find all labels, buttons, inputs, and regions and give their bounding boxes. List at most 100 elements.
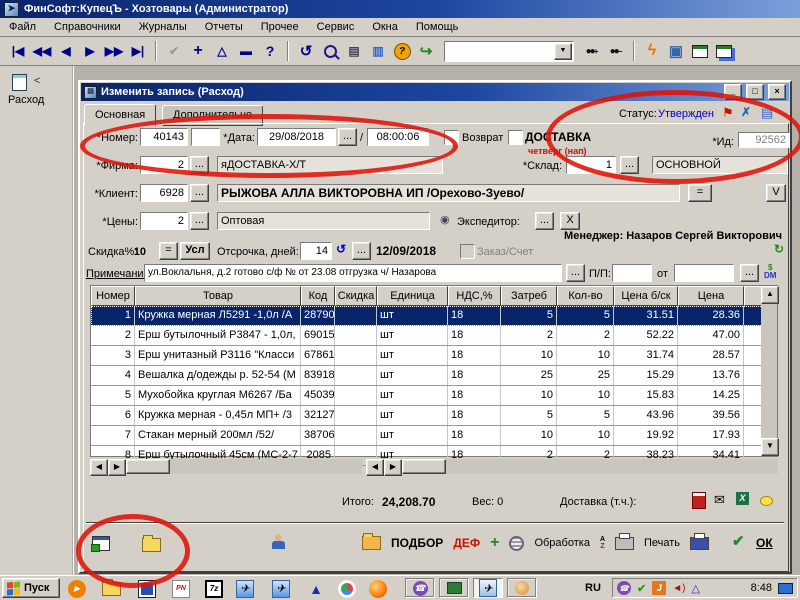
scroll-right-icon[interactable]: ▶ — [384, 459, 402, 476]
header-cell[interactable]: Кол-во — [557, 286, 614, 306]
folder-shortcut-icon[interactable] — [100, 579, 122, 598]
date-picker-button[interactable]: ... — [338, 128, 357, 146]
scrollbar-thumb[interactable] — [402, 459, 446, 474]
warehouse-lookup-button[interactable]: ... — [620, 156, 639, 174]
payment-order-field[interactable] — [612, 264, 652, 282]
header-cell[interactable]: Товар — [135, 286, 301, 306]
menu-reports[interactable]: Отчеты — [196, 20, 252, 34]
media-player-icon[interactable]: ▶ — [66, 579, 88, 598]
combobox-dropdown-icon[interactable]: ▼ — [554, 43, 572, 60]
app-plane-icon-2[interactable]: ✈ — [270, 579, 292, 598]
table-row[interactable]: 3Ерш унитазный Р3116 "Класси67861шт18101… — [91, 346, 777, 366]
add-row-icon[interactable]: + — [490, 534, 499, 552]
header-cell[interactable]: НДС,% — [448, 286, 501, 306]
printer-alt-icon[interactable] — [690, 537, 709, 550]
volume-icon[interactable]: ◄) — [672, 583, 685, 594]
header-cell[interactable]: Цена б/ск — [614, 286, 678, 306]
number-suffix-field[interactable] — [191, 128, 220, 146]
java-tray-icon[interactable]: J — [652, 581, 666, 595]
menu-windows[interactable]: Окна — [363, 20, 407, 34]
podbor-button[interactable]: ПОДБОР — [391, 536, 443, 550]
side-panel-label[interactable]: Расход — [8, 94, 44, 106]
table-row[interactable]: 6Кружка мерная - 0,45л МП+ /332127шт1855… — [91, 406, 777, 426]
quick-search-combobox[interactable]: ▼ — [444, 41, 574, 62]
notepad-icon[interactable]: PN — [170, 579, 192, 598]
table-row[interactable]: 2Ерш бутылочный Р3847 - 1,0л,69015шт1822… — [91, 326, 777, 346]
app-plane-icon[interactable]: ✈ — [234, 579, 256, 598]
warehouse-code-field[interactable]: 1 — [566, 156, 616, 174]
header-cell[interactable]: Скидка — [335, 286, 377, 306]
viber-app-button[interactable]: ☎ — [405, 578, 435, 598]
nav-first-button[interactable]: |◀ — [6, 40, 30, 62]
time-field[interactable]: 08:00:06 — [367, 128, 429, 146]
scroll-right-icon[interactable]: ▶ — [108, 459, 126, 476]
header-cell[interactable]: Затреб — [501, 286, 557, 306]
delete-record-icon[interactable]: ▬ — [234, 40, 258, 62]
currency-icon[interactable]: $ DM — [764, 264, 776, 280]
status-oval-icon[interactable] — [760, 496, 773, 509]
laptop-app-button[interactable] — [439, 578, 469, 598]
seven-zip-icon[interactable]: 7z — [203, 579, 225, 598]
copy-icon[interactable]: ▤ — [342, 40, 366, 62]
menu-other[interactable]: Прочее — [252, 20, 308, 34]
find-plus-icon[interactable]: ●●+ — [580, 40, 604, 62]
scroll-down-icon[interactable]: ▼ — [761, 438, 779, 456]
header-cell[interactable]: Цена — [678, 286, 744, 306]
h-scrollbar-right[interactable]: ◀ ▶ — [366, 459, 778, 474]
undo-icon[interactable]: ↺ — [294, 40, 318, 62]
person-icon[interactable] — [272, 534, 285, 553]
date-field[interactable]: 29/08/2018 — [257, 128, 336, 146]
vertical-scrollbar[interactable]: ▲ ▼ — [761, 286, 777, 456]
menu-help[interactable]: Помощь — [407, 20, 468, 34]
menu-journals[interactable]: Журналы — [130, 20, 196, 34]
table-row[interactable]: 7Стакан мерный 200мл /52/38706шт18101019… — [91, 426, 777, 446]
return-checkbox[interactable] — [444, 130, 459, 145]
forward-icon[interactable]: ↪ — [414, 40, 438, 62]
firefox-icon[interactable] — [367, 579, 389, 598]
collapse-panel-button[interactable]: < — [34, 75, 40, 87]
processing-icon[interactable] — [509, 536, 524, 551]
deferral-refresh-icon[interactable]: ↺ — [336, 242, 346, 256]
nav-fast-prev-button[interactable]: ◀◀ — [30, 40, 54, 62]
nav-last-button[interactable]: ▶| — [126, 40, 150, 62]
help-icon[interactable]: ? — [258, 40, 282, 62]
copy-colored-icon[interactable]: ▥ — [366, 40, 390, 62]
status-value[interactable]: Утвержден — [658, 106, 714, 122]
nav-next-button[interactable]: ▶ — [78, 40, 102, 62]
scroll-up-icon[interactable]: ▲ — [761, 286, 779, 304]
tab-main[interactable]: Основная — [84, 104, 156, 126]
fast-filter-icon[interactable]: ϟ — [640, 40, 664, 62]
search-icon[interactable] — [318, 40, 342, 62]
delta-app-icon[interactable]: ▲ — [305, 579, 327, 598]
menu-service[interactable]: Сервис — [308, 20, 364, 34]
printer-icon[interactable] — [615, 537, 634, 550]
chrome-icon[interactable] — [336, 579, 358, 598]
print-button[interactable]: Печать — [644, 537, 680, 549]
header-cell[interactable]: Единица — [377, 286, 448, 306]
status-cancel-icon[interactable]: ✗ — [741, 105, 751, 119]
calculator-icon[interactable] — [692, 492, 706, 512]
maximize-button[interactable]: □ — [746, 84, 764, 100]
payment-date-field[interactable] — [674, 264, 734, 282]
cascade-windows-icon[interactable] — [712, 40, 736, 62]
form-window-icon[interactable] — [92, 536, 110, 554]
scroll-left-icon[interactable]: ◀ — [90, 459, 108, 476]
confirm-icon[interactable]: ✔ — [162, 40, 186, 62]
journal-icon[interactable] — [136, 579, 158, 598]
nav-fast-next-button[interactable]: ▶▶ — [102, 40, 126, 62]
payment-lookup-button[interactable]: ... — [740, 264, 759, 282]
note-lookup-button[interactable]: ... — [566, 264, 585, 282]
firm-code-field[interactable]: 2 — [140, 156, 188, 174]
monitor-tray-icon[interactable] — [778, 583, 793, 594]
mail-icon[interactable]: ✉ — [714, 492, 725, 508]
manager-refresh-icon[interactable]: ↻ — [774, 242, 784, 256]
number-field[interactable]: 40143 — [140, 128, 188, 146]
ok-check-icon[interactable]: ✔ — [732, 532, 745, 550]
find-minus-icon[interactable]: ●●− — [604, 40, 628, 62]
conditions-button[interactable]: Усл — [180, 242, 210, 260]
firm-lookup-button[interactable]: ... — [190, 156, 209, 174]
minimize-button[interactable]: _ — [724, 84, 742, 100]
language-indicator[interactable]: RU — [585, 582, 601, 594]
open-folder-icon[interactable] — [142, 538, 161, 555]
menu-file[interactable]: Файл — [0, 20, 45, 34]
